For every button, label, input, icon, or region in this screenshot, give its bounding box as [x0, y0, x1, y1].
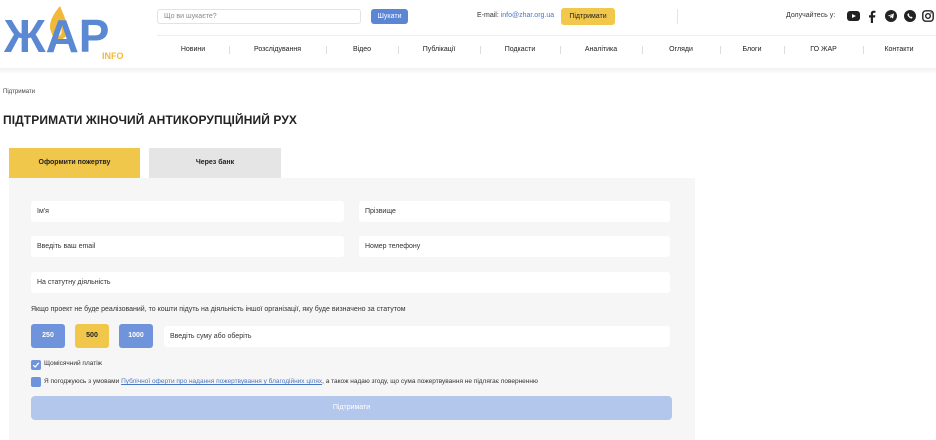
email-field[interactable]: Введіть ваш email	[31, 236, 344, 257]
header-divider	[157, 35, 936, 36]
facebook-icon[interactable]	[865, 9, 879, 23]
submit-button[interactable]: Підтримати	[31, 396, 672, 420]
agree-text-prefix: Я погоджуюсь з умовами	[44, 378, 120, 385]
nav-item-news[interactable]: Новини	[157, 41, 229, 59]
agree-text-suffix: , а також надаю згоду, що сума пожертвув…	[322, 378, 538, 385]
divider	[677, 9, 678, 24]
nav-item-analytics[interactable]: Аналітика	[560, 41, 642, 59]
viber-icon[interactable]	[903, 9, 917, 23]
monthly-label: Щомісячний платіж	[44, 360, 102, 367]
purpose-select[interactable]: На статутну діяльність	[31, 272, 670, 293]
nav-item-blogs[interactable]: Блоги	[720, 41, 784, 59]
zhar-info-logo[interactable]: ЖАР INFO	[2, 2, 126, 64]
nav-item-reviews[interactable]: Огляди	[642, 41, 720, 59]
form-note: Якщо проект не буде реалізований, то кош…	[31, 306, 406, 313]
search-input[interactable]	[157, 9, 361, 24]
email-link[interactable]: info@zhar.org.ua	[501, 12, 554, 19]
phone-field[interactable]: Номер телефону	[359, 236, 670, 257]
join-label: Долучайтесь у:	[786, 12, 836, 19]
nav-item-podcasts[interactable]: Подкасти	[480, 41, 560, 59]
check-icon	[32, 362, 40, 368]
instagram-icon[interactable]	[921, 9, 935, 23]
first-name-field[interactable]: Ім'я	[31, 201, 344, 222]
email-label: E-mail:	[477, 12, 499, 19]
page-title: ПІДТРИМАТИ ЖІНОЧИЙ АНТИКОРУПЦІЙНИЙ РУХ	[3, 113, 297, 127]
search-button[interactable]: Шукати	[371, 9, 408, 24]
tab-bank[interactable]: Через банк	[149, 148, 281, 178]
amount-1000-button[interactable]: 1000	[119, 324, 153, 348]
nav-item-investigations[interactable]: Розслідування	[229, 41, 326, 59]
logo-main-text: ЖАР	[3, 10, 109, 62]
main-nav: Новини Розслідування Відео Публікації По…	[157, 41, 936, 59]
contact-email: E-mail: info@zhar.org.ua	[477, 12, 554, 19]
site-header: ЖАР INFO Шукати E-mail: info@zhar.org.ua…	[0, 0, 936, 68]
nav-item-go-zhar[interactable]: ГО ЖАР	[784, 41, 863, 59]
header-shadow	[0, 68, 936, 74]
support-button[interactable]: Підтримати	[561, 8, 615, 25]
nav-item-publications[interactable]: Публікації	[398, 41, 480, 59]
public-offer-link[interactable]: Публічної оферти про надання пожертвуван…	[121, 378, 322, 385]
amount-500-button[interactable]: 500	[75, 324, 109, 348]
custom-amount-input[interactable]: Введіть суму або оберіть	[164, 326, 670, 347]
telegram-icon[interactable]	[884, 9, 898, 23]
nav-item-contacts[interactable]: Контакти	[863, 41, 935, 59]
agree-label: Я погоджуюсь з умовами Публічної оферти …	[44, 378, 538, 385]
last-name-field[interactable]: Прізвище	[359, 201, 670, 222]
breadcrumb[interactable]: Підтримати	[3, 89, 35, 95]
agree-checkbox[interactable]	[31, 377, 41, 387]
logo-sub-text: INFO	[102, 51, 124, 61]
amount-250-button[interactable]: 250	[31, 324, 65, 348]
monthly-checkbox[interactable]	[31, 360, 41, 370]
tab-donate[interactable]: Оформити пожертву	[9, 148, 140, 178]
nav-item-video[interactable]: Відео	[326, 41, 398, 59]
youtube-icon[interactable]	[846, 9, 860, 23]
